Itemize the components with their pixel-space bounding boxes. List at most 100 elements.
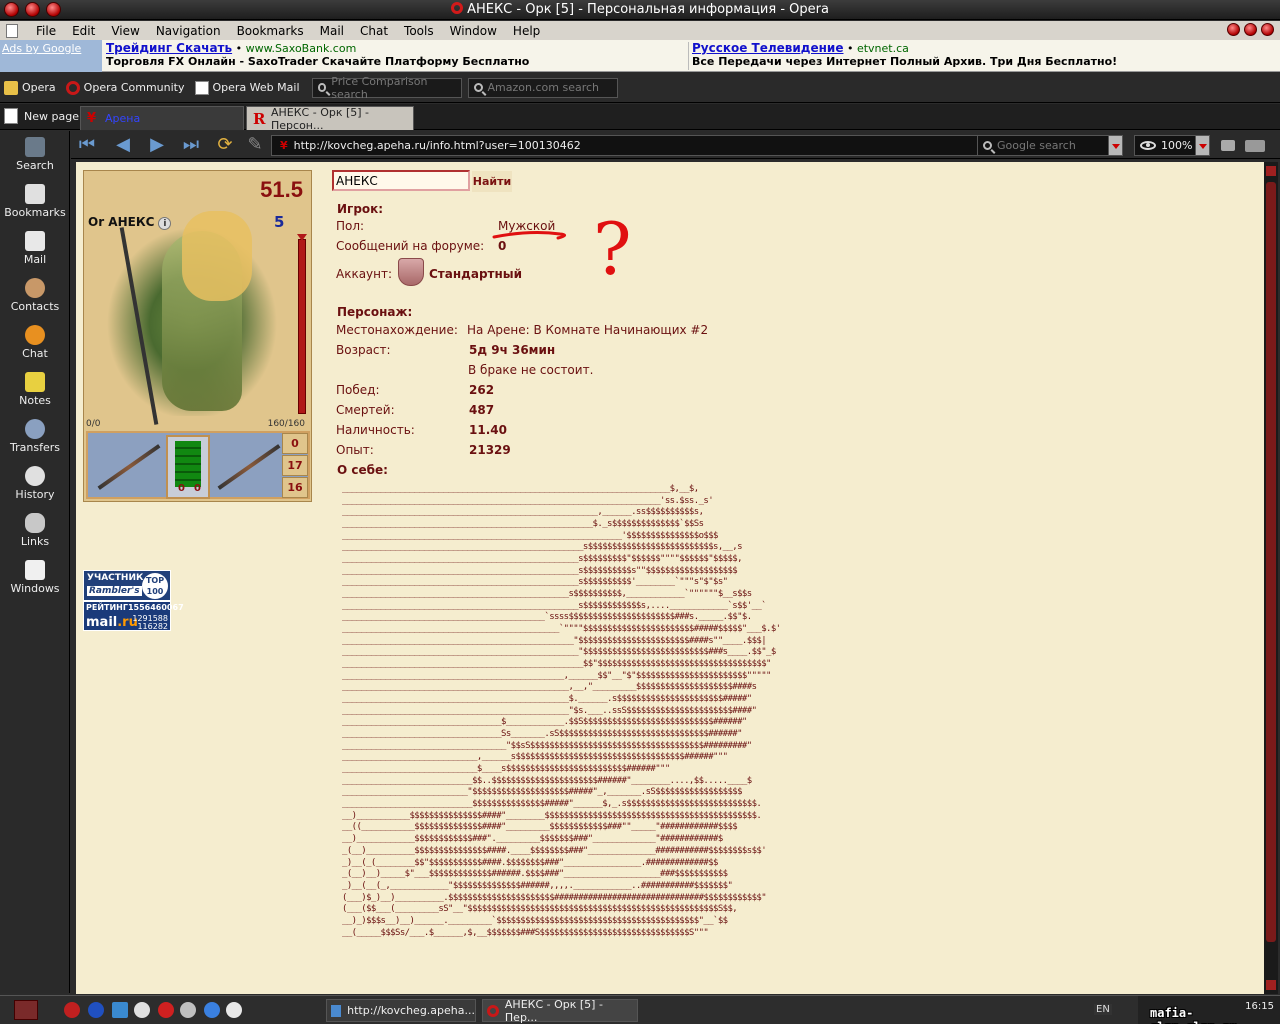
quicklaunch-opera-icon[interactable] <box>158 1002 174 1018</box>
menu-chat[interactable]: Chat <box>352 24 396 38</box>
quicklaunch-player-icon[interactable] <box>226 1002 242 1018</box>
menu-tools[interactable]: Tools <box>396 24 442 38</box>
quicklaunch-browser-icon[interactable] <box>134 1002 150 1018</box>
panel-bookmarks[interactable]: Bookmarks <box>0 184 70 219</box>
document-window-controls <box>1227 23 1274 36</box>
about-ascii-art: ________________________________________… <box>342 484 781 939</box>
panel-mail[interactable]: Mail <box>0 231 70 266</box>
ad-2-link[interactable]: Русское Телевидение <box>692 41 843 55</box>
side-value-1: 0 <box>282 433 308 454</box>
quicklaunch-ie-icon[interactable] <box>204 1002 220 1018</box>
taskbar-item-kovcheg[interactable]: http://kovcheg.apeha... <box>326 999 476 1022</box>
new-page-label: New page <box>24 109 79 123</box>
doc-restore-button[interactable] <box>1244 23 1257 36</box>
scroll-up-button[interactable] <box>1266 166 1276 176</box>
price-comparison-search-input[interactable]: Price Comparison search <box>311 75 462 101</box>
player-search-input[interactable] <box>332 170 470 191</box>
menu-edit[interactable]: Edit <box>64 24 103 38</box>
rewind-button[interactable]: ⏮ <box>75 135 99 155</box>
opera-webmail-link[interactable]: Opera Web Mail <box>194 80 300 95</box>
mailru-stats: 1291588 116282 <box>132 615 168 631</box>
ascii-line: ________________________________________… <box>342 589 752 600</box>
find-button[interactable]: Найти <box>472 171 512 192</box>
page-menu-icon[interactable] <box>6 23 18 38</box>
page-scrollbar[interactable] <box>1264 162 1278 994</box>
panel-links[interactable]: Links <box>0 513 70 548</box>
panel-contacts-label: Contacts <box>10 300 60 313</box>
panel-contacts[interactable]: Contacts <box>0 278 70 313</box>
opera-webmail-label: Opera Web Mail <box>212 81 300 94</box>
left-sword-icon[interactable] <box>97 444 161 490</box>
menu-mail[interactable]: Mail <box>312 24 352 38</box>
ads-by-google-link[interactable]: Ads by Google <box>0 40 102 72</box>
opera-community-link[interactable]: Opera Community <box>65 80 185 95</box>
doc-minimize-button[interactable] <box>1227 23 1240 36</box>
amazon-search-placeholder: Amazon.com search <box>487 81 599 94</box>
panel-windows[interactable]: Windows <box>0 560 70 595</box>
mail-icon <box>25 231 45 251</box>
new-page-button[interactable]: New page <box>4 108 79 124</box>
opera-folder-button[interactable]: Opera <box>4 80 56 95</box>
ads-bar: Ads by Google Трейдинг Скачать • www.Sax… <box>0 40 1280 72</box>
panel-notes[interactable]: Notes <box>0 372 70 407</box>
quicklaunch-tool-icon[interactable] <box>112 1002 128 1018</box>
ascii-line: ___________________________$$..$$$$$$$$$… <box>342 775 752 786</box>
rambler-counter[interactable]: УЧАСТНИК Rambler's TOP 100 <box>83 570 171 601</box>
tab-arena[interactable]: ¥ Арена <box>80 106 244 130</box>
window-title-text: АНЕКС - Орк [5] - Персональная информаци… <box>467 2 829 17</box>
address-field[interactable]: ¥ http://kovcheg.apeha.ru/info.html?user… <box>271 135 1037 156</box>
zoom-dropdown-icon[interactable] <box>1195 136 1209 155</box>
menu-bookmarks[interactable]: Bookmarks <box>229 24 312 38</box>
amazon-search-input[interactable]: Amazon.com search <box>467 77 618 98</box>
google-search-input[interactable]: Google search <box>977 135 1123 156</box>
history-icon <box>25 466 45 486</box>
rambler-title: УЧАСТНИК <box>87 573 144 583</box>
quicklaunch-misc-icon[interactable] <box>180 1002 196 1018</box>
forward-button[interactable]: ▶ <box>145 135 169 155</box>
info-icon[interactable]: i <box>158 217 172 230</box>
ascii-line: ________________________________________… <box>342 612 752 623</box>
panel-search[interactable]: Search <box>0 137 70 172</box>
zoom-value: 100% <box>1161 139 1193 152</box>
panel-history[interactable]: History <box>0 466 70 501</box>
panel-windows-label: Windows <box>10 582 60 595</box>
panel-transfers[interactable]: Transfers <box>0 419 70 454</box>
question-annotation: ? <box>492 207 632 291</box>
ad-1-source[interactable]: www.SaxoBank.com <box>246 42 357 55</box>
edit-site-prefs-icon[interactable]: ✎ <box>243 135 267 155</box>
menu-view[interactable]: View <box>103 24 147 38</box>
ascii-line: ________________________________________… <box>342 530 718 541</box>
panel-chat[interactable]: Chat <box>0 325 70 360</box>
doc-close-button[interactable] <box>1261 23 1274 36</box>
tab-anex-info[interactable]: R АНЕКС - Орк [5] - Персон... <box>246 106 414 132</box>
menu-help[interactable]: Help <box>505 24 548 38</box>
reload-button[interactable]: ⟳ <box>213 135 237 155</box>
scroll-down-button[interactable] <box>1266 980 1276 990</box>
zoom-control[interactable]: 100% <box>1134 135 1210 156</box>
fast-forward-button[interactable]: ⏭ <box>179 135 203 155</box>
ascii-line: __(_____$$$Ss/___.$______,$,__$$$$$$$###… <box>342 927 709 938</box>
start-button[interactable] <box>14 1000 38 1020</box>
right-sword-icon[interactable] <box>217 444 281 490</box>
ad-2-source[interactable]: etvnet.ca <box>857 42 909 55</box>
quicklaunch-app-icon[interactable] <box>64 1002 80 1018</box>
taskbar-item-opera[interactable]: АНЕКС - Орк [5] - Пер... <box>482 998 638 1024</box>
panel-selector: Search Bookmarks Mail Contacts Chat Note… <box>0 131 70 993</box>
back-button[interactable]: ◀ <box>111 135 135 155</box>
menu-navigation[interactable]: Navigation <box>148 24 229 38</box>
lock-icon[interactable] <box>1221 140 1235 151</box>
camera-icon[interactable] <box>1245 140 1265 152</box>
search-icon <box>317 83 327 92</box>
ad-1-link[interactable]: Трейдинг Скачать <box>106 41 232 55</box>
experience-value: 21329 <box>469 443 511 457</box>
quicklaunch-thunder-icon[interactable] <box>88 1002 104 1018</box>
search-engine-dropdown-icon[interactable] <box>1108 136 1122 155</box>
menu-window[interactable]: Window <box>442 24 505 38</box>
r-favicon-icon: R <box>253 109 266 128</box>
armor-icon <box>175 441 201 487</box>
language-indicator[interactable]: EN <box>1094 1004 1112 1015</box>
mailru-counter[interactable]: РЕЙТИНГ1556460067 mail.ru 1291588 116282 <box>83 601 184 631</box>
armor-doll[interactable] <box>166 435 210 499</box>
menu-file[interactable]: File <box>28 24 64 38</box>
scroll-thumb[interactable] <box>1266 182 1276 942</box>
